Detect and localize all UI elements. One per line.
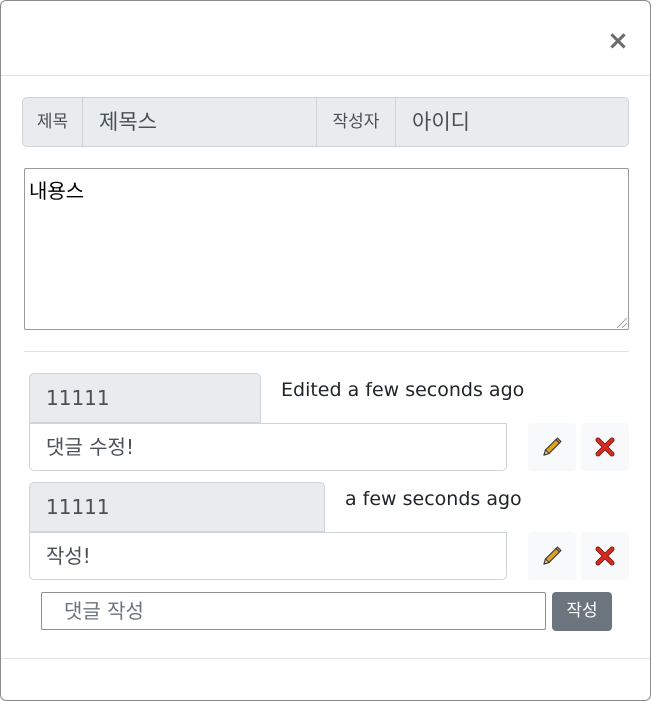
author-field: 아이디: [395, 97, 629, 147]
divider: [24, 351, 629, 352]
new-comment-input[interactable]: [41, 592, 546, 630]
comment-timestamp: a few seconds ago: [345, 488, 522, 510]
delete-comment-button[interactable]: [581, 532, 629, 580]
modal-footer-divider: [1, 658, 650, 659]
resize-handle[interactable]: [617, 318, 627, 328]
title-label: 제목: [22, 97, 83, 147]
author-label: 작성자: [316, 97, 396, 147]
pencil-icon: [543, 546, 562, 565]
x-icon: [595, 437, 615, 457]
pencil-icon: [543, 437, 562, 456]
edit-comment-button[interactable]: [528, 423, 576, 471]
submit-comment-button[interactable]: 작성: [552, 592, 612, 631]
close-button[interactable]: ×: [604, 27, 632, 55]
x-icon: [595, 546, 615, 566]
post-content-text: 내용스: [29, 179, 85, 203]
modal-header: ×: [1, 1, 650, 76]
edit-comment-button[interactable]: [528, 532, 576, 580]
comment-author: 11111: [29, 482, 325, 532]
comment-timestamp: Edited a few seconds ago: [281, 379, 525, 401]
comment-author: 11111: [29, 373, 261, 423]
comment-body-input[interactable]: 댓글 수정!: [29, 423, 507, 471]
delete-comment-button[interactable]: [581, 423, 629, 471]
title-field: 제목스: [82, 97, 317, 147]
post-modal: × 제목 제목스 작성자 아이디 내용스 11111 Edited a few …: [0, 0, 651, 701]
post-content-textarea[interactable]: 내용스: [24, 168, 629, 330]
comment-body-input[interactable]: 작성!: [29, 532, 507, 580]
